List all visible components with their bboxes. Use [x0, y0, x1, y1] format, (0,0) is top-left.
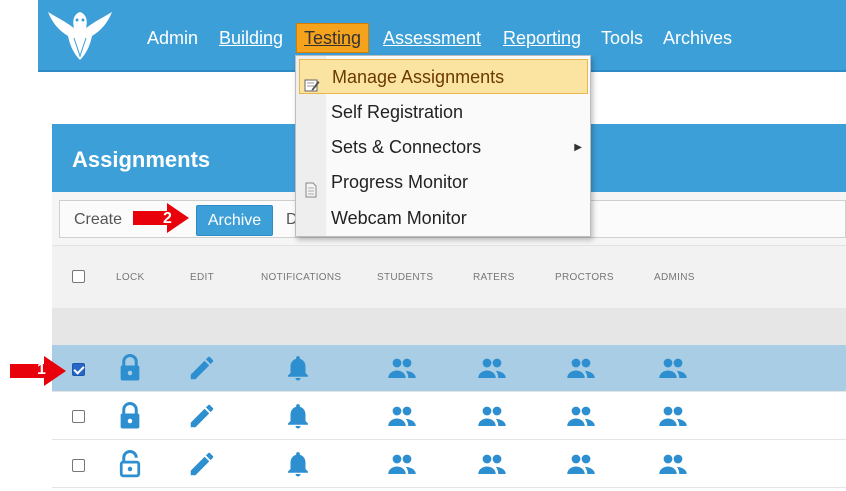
nav-testing-label: Testing [304, 28, 362, 48]
raters-group-icon[interactable] [477, 353, 507, 383]
notification-bell-icon[interactable] [283, 353, 313, 383]
submenu-arrow-icon: ▶ [574, 142, 582, 153]
menu-item-label: Self Registration [331, 102, 464, 122]
raters-group-icon[interactable] [477, 401, 507, 431]
lock-icon[interactable] [115, 353, 145, 383]
column-header-proctors[interactable]: PROCTORS [555, 272, 614, 283]
menu-item-label: Progress Monitor [331, 172, 469, 192]
menu-item-label: Webcam Monitor [331, 208, 467, 228]
edit-pencil-icon[interactable] [187, 401, 217, 431]
table-row[interactable] [52, 393, 846, 440]
raters-group-icon[interactable] [477, 449, 507, 479]
nav-building[interactable]: Building [219, 27, 283, 49]
admins-group-icon[interactable] [658, 353, 688, 383]
owl-logo-icon[interactable] [44, 8, 116, 64]
table-row[interactable] [52, 441, 846, 488]
create-button[interactable]: Create [74, 211, 122, 229]
edit-pencil-icon[interactable] [187, 449, 217, 479]
menu-item-manage-assignments[interactable]: Manage Assignments [299, 59, 588, 94]
page-title: Assignments [72, 147, 211, 172]
notification-bell-icon[interactable] [283, 401, 313, 431]
document-icon [303, 175, 319, 198]
menu-item-progress-monitor[interactable]: Progress Monitor [296, 165, 592, 200]
menu-item-webcam-monitor[interactable]: Webcam Monitor [296, 201, 592, 236]
nav-assessment-label: Assessment [383, 28, 482, 48]
admins-group-icon[interactable] [658, 449, 688, 479]
edit-pencil-icon[interactable] [187, 353, 217, 383]
nav-archives[interactable]: Archives [663, 27, 732, 49]
column-header-admins[interactable]: ADMINS [654, 272, 695, 283]
row-checkbox[interactable] [72, 363, 85, 376]
nav-building-label: Building [219, 28, 284, 48]
column-header-students[interactable]: STUDENTS [377, 272, 433, 283]
lock-icon[interactable] [115, 401, 145, 431]
select-all-checkbox[interactable] [72, 270, 85, 283]
archive-button[interactable]: Archive [196, 205, 273, 236]
menu-item-self-registration[interactable]: Self Registration [296, 95, 592, 130]
students-group-icon[interactable] [387, 401, 417, 431]
annotation-number: 1 [37, 361, 46, 378]
column-header-edit[interactable]: EDIT [190, 272, 214, 283]
students-group-icon[interactable] [387, 353, 417, 383]
menu-item-sets-connectors[interactable]: Sets & Connectors ▶ [296, 130, 592, 165]
proctors-group-icon[interactable] [566, 401, 596, 431]
nav-reporting-label: Reporting [503, 28, 582, 48]
annotation-arrow-1: 1 [10, 356, 66, 386]
proctors-group-icon[interactable] [566, 353, 596, 383]
row-checkbox[interactable] [72, 459, 85, 472]
table-header-row: LOCK EDIT NOTIFICATIONS STUDENTS RATERS … [52, 246, 846, 308]
table-row[interactable] [52, 345, 846, 392]
nav-admin[interactable]: Admin [147, 27, 198, 49]
students-group-icon[interactable] [387, 449, 417, 479]
testing-dropdown-menu: Manage Assignments Self Registration Set… [295, 55, 591, 237]
filter-row [52, 308, 846, 345]
nav-reporting[interactable]: Reporting [503, 27, 581, 49]
annotation-arrow-2: 2 [133, 203, 189, 233]
row-checkbox[interactable] [72, 410, 85, 423]
admins-group-icon[interactable] [658, 401, 688, 431]
edit-page-icon [304, 70, 320, 92]
nav-tools[interactable]: Tools [601, 27, 643, 49]
nav-assessment[interactable]: Assessment [383, 27, 481, 49]
unlock-icon[interactable] [115, 449, 145, 479]
column-header-notifications[interactable]: NOTIFICATIONS [261, 272, 341, 283]
proctors-group-icon[interactable] [566, 449, 596, 479]
column-header-lock[interactable]: LOCK [116, 272, 144, 283]
column-header-raters[interactable]: RATERS [473, 272, 515, 283]
nav-testing[interactable]: Testing [296, 23, 370, 53]
menu-item-label: Sets & Connectors [331, 137, 482, 157]
annotation-number: 2 [163, 210, 172, 227]
menu-item-label: Manage Assignments [332, 67, 505, 87]
notification-bell-icon[interactable] [283, 449, 313, 479]
